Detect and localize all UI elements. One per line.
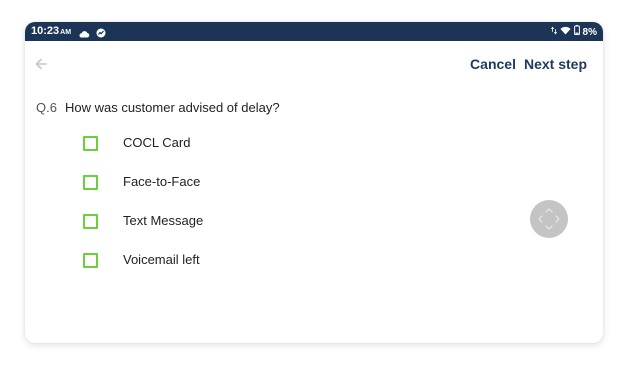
- options-list: COCL Card Face-to-Face Text Message Voic…: [83, 135, 203, 292]
- option-label: COCL Card: [123, 135, 191, 150]
- header-actions: Cancel Next step: [470, 56, 587, 72]
- app-badge-icon: [96, 25, 106, 43]
- checkbox[interactable]: [83, 214, 98, 229]
- floating-nav-control[interactable]: [530, 200, 568, 238]
- device-screen: 10:23AM 8% Cancel Next step Q.6 How was …: [25, 22, 603, 343]
- status-right: 8%: [550, 25, 597, 39]
- option-label: Text Message: [123, 213, 204, 228]
- question-number: Q.6: [36, 100, 57, 115]
- data-arrows-icon: [550, 26, 557, 39]
- cancel-button[interactable]: Cancel: [470, 56, 516, 72]
- battery-icon: [573, 25, 580, 39]
- option-face-to-face[interactable]: Face-to-Face: [83, 174, 200, 214]
- status-time: 10:23AM: [31, 25, 71, 39]
- wifi-icon: [560, 26, 571, 39]
- option-label: Face-to-Face: [123, 174, 201, 189]
- battery-percent: 8%: [582, 26, 597, 38]
- question: Q.6 How was customer advised of delay?: [36, 100, 280, 116]
- status-left-icons: [79, 25, 106, 43]
- checkbox[interactable]: [83, 136, 98, 151]
- next-step-button[interactable]: Next step: [524, 56, 587, 72]
- checkbox[interactable]: [83, 253, 98, 268]
- status-time-value: 10:23: [31, 25, 60, 37]
- status-time-ampm: AM: [60, 29, 72, 36]
- question-text: How was customer advised of delay?: [64, 100, 280, 115]
- option-text-message[interactable]: Text Message: [83, 213, 203, 253]
- option-cocl-card[interactable]: COCL Card: [83, 135, 190, 175]
- option-label: Voicemail left: [123, 252, 200, 267]
- status-bar: 10:23AM 8%: [25, 22, 603, 41]
- four-way-arrows-icon: [538, 208, 560, 230]
- checkbox[interactable]: [83, 175, 98, 190]
- back-arrow-icon[interactable]: [33, 56, 49, 72]
- option-voicemail-left[interactable]: Voicemail left: [83, 252, 200, 292]
- cloud-icon: [79, 25, 90, 43]
